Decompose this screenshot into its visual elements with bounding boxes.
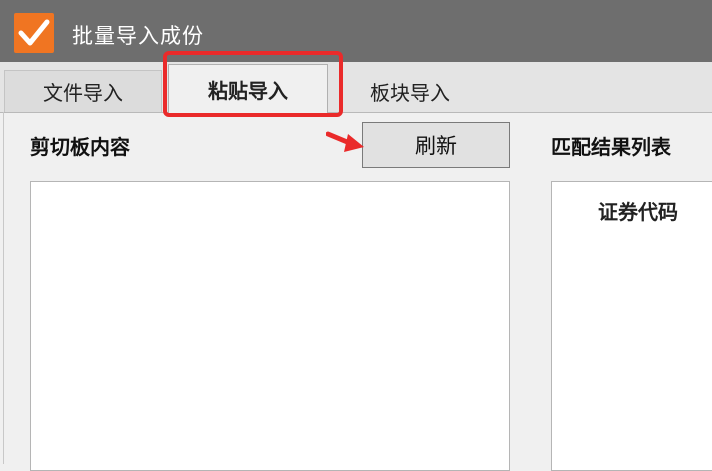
tab-block-import[interactable]: 板块导入 — [332, 70, 488, 112]
tab-file-import[interactable]: 文件导入 — [4, 70, 162, 112]
window-title: 批量导入成份 — [72, 24, 204, 48]
match-results-list[interactable]: 证券代码 — [551, 181, 712, 471]
refresh-button[interactable]: 刷新 — [362, 122, 510, 168]
window-titlebar: 批量导入成份 — [0, 0, 712, 62]
clipboard-textarea[interactable] — [30, 181, 510, 471]
match-results-label: 匹配结果列表 — [551, 135, 671, 159]
panel-divider — [3, 112, 4, 464]
clipboard-label: 剪切板内容 — [30, 135, 130, 159]
checkmark-icon — [14, 13, 54, 53]
arrow-annotation-icon — [326, 131, 364, 152]
tab-highlight-annotation — [163, 51, 343, 117]
column-header-security-code[interactable]: 证券代码 — [598, 196, 678, 225]
tab-strip: 文件导入 粘贴导入 板块导入 — [0, 62, 712, 113]
